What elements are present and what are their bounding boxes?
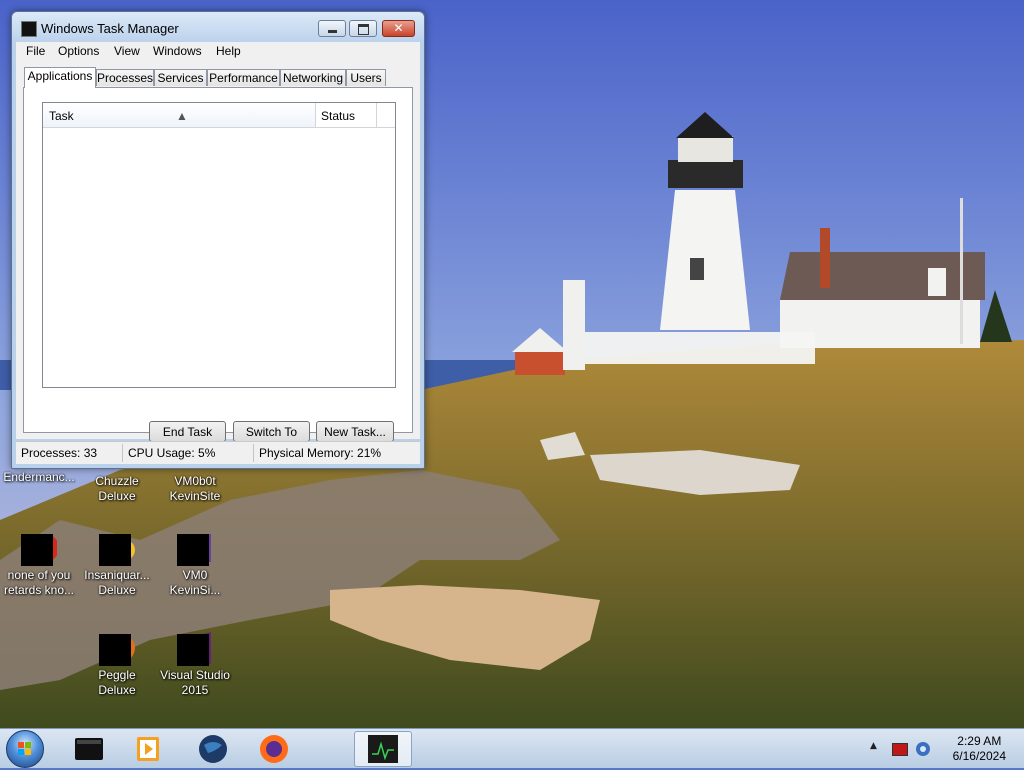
- desktop-icon-label: Peggle Deluxe: [98, 668, 136, 697]
- globe-icon: [199, 735, 227, 763]
- windows-logo-icon: [18, 742, 31, 755]
- peggle-icon: [99, 630, 135, 666]
- taskbar-terminal[interactable]: [62, 731, 116, 767]
- menu-windows[interactable]: Windows: [153, 44, 202, 58]
- tray-clock[interactable]: 2:29 AM 6/16/2024: [953, 734, 1006, 764]
- taskbar-globe[interactable]: [186, 731, 240, 767]
- desktop-icon-label: Chuzzle Deluxe: [95, 474, 139, 503]
- column-header-task[interactable]: Task ▲: [43, 103, 316, 127]
- column-header-status-label: Status: [321, 109, 356, 123]
- desktop-icon-vm0b0t[interactable]: VM0b0t KevinSite: [156, 474, 234, 504]
- task-manager-window[interactable]: Windows Task Manager ✕ File Options View…: [11, 11, 425, 469]
- desktop-icon-label: VM0 KevinSi...: [169, 568, 221, 597]
- clock-date: 6/16/2024: [952, 749, 1006, 763]
- menu-bar: File Options View Windows Help: [16, 42, 420, 61]
- window-title: Windows Task Manager: [41, 21, 179, 36]
- media-player-icon: [137, 737, 159, 761]
- tray-network-icon[interactable]: [914, 740, 932, 758]
- terminal-icon: [75, 738, 103, 760]
- tab-networking[interactable]: Networking: [280, 69, 346, 86]
- show-hidden-icons-arrow[interactable]: ▲: [870, 741, 877, 751]
- column-header-status[interactable]: Status: [316, 103, 377, 127]
- insaniquarium-icon: [99, 530, 135, 566]
- tab-applications[interactable]: Applications: [24, 67, 96, 88]
- status-processes: Processes: 33: [21, 446, 98, 460]
- switch-to-button[interactable]: Switch To: [233, 421, 310, 442]
- tab-services[interactable]: Services: [154, 69, 207, 86]
- tab-users[interactable]: Users: [346, 69, 386, 86]
- new-task-button[interactable]: New Task...: [316, 421, 394, 442]
- desktop-icon-insaniquarium[interactable]: Insaniquar... Deluxe: [78, 530, 156, 598]
- minimize-icon: [328, 30, 337, 33]
- start-orb[interactable]: [6, 730, 44, 768]
- menu-file[interactable]: File: [26, 44, 45, 58]
- close-button[interactable]: ✕: [382, 20, 415, 37]
- firefox-icon: [260, 735, 288, 763]
- title-bar[interactable]: Windows Task Manager ✕: [12, 12, 424, 42]
- maximize-button[interactable]: [349, 20, 377, 37]
- close-icon: ✕: [393, 21, 404, 35]
- sort-ascending-icon: ▲: [176, 109, 188, 123]
- status-cpu-usage: CPU Usage: 5%: [128, 446, 216, 460]
- status-physical-memory: Physical Memory: 21%: [259, 446, 382, 460]
- clock-time: 2:29 AM: [957, 734, 1002, 748]
- desktop-icon-label: none of you retards kno...: [3, 568, 75, 597]
- taskbar-task-manager[interactable]: [354, 731, 412, 767]
- status-divider: [253, 444, 254, 462]
- taskbar-firefox[interactable]: [246, 731, 300, 767]
- desktop-icon-chuzzle[interactable]: Chuzzle Deluxe: [78, 474, 156, 504]
- taskbar-media-player[interactable]: [122, 731, 176, 767]
- maximize-icon: [358, 24, 369, 35]
- window-client-area: Applications Processes Services Performa…: [16, 61, 420, 442]
- vm-icon: [177, 530, 213, 566]
- applications-panel: Task ▲ Status End Task Switch To New Tas…: [23, 87, 413, 442]
- desktop-icon-opera[interactable]: none of you retards kno...: [0, 530, 78, 598]
- menu-help[interactable]: Help: [216, 44, 241, 58]
- menu-view[interactable]: View: [114, 44, 140, 58]
- task-list[interactable]: Task ▲ Status: [42, 102, 396, 388]
- menu-options[interactable]: Options: [58, 44, 99, 58]
- column-header-task-label: Task: [49, 109, 74, 123]
- desktop-icon-endermanc[interactable]: Endermanc...: [0, 470, 78, 485]
- tab-performance[interactable]: Performance: [207, 69, 280, 86]
- status-bar: Processes: 33 CPU Usage: 5% Physical Mem…: [16, 441, 420, 464]
- minimize-button[interactable]: [318, 20, 346, 37]
- desktop-icon-vm0[interactable]: VM0 KevinSi...: [156, 530, 234, 598]
- tray-action-center-icon[interactable]: [892, 743, 908, 756]
- task-list-header: Task ▲ Status: [43, 103, 395, 128]
- end-task-button[interactable]: End Task: [149, 421, 226, 442]
- tab-processes[interactable]: Processes: [96, 69, 154, 86]
- visual-studio-icon: [177, 630, 213, 666]
- taskbar: ▲ 2:29 AM 6/16/2024: [0, 728, 1024, 768]
- desktop-icon-label: Visual Studio 2015: [160, 668, 230, 697]
- status-divider: [122, 444, 123, 462]
- task-manager-icon: [21, 21, 37, 37]
- opera-icon: [21, 530, 57, 566]
- desktop-icon-visual-studio[interactable]: Visual Studio 2015: [156, 630, 234, 698]
- task-manager-icon: [368, 735, 398, 763]
- desktop-icon-peggle[interactable]: Peggle Deluxe: [78, 630, 156, 698]
- desktop-icon-label: VM0b0t KevinSite: [169, 474, 221, 503]
- desktop-icon-label: Insaniquar... Deluxe: [84, 568, 150, 597]
- desktop-icon-label: Endermanc...: [3, 470, 75, 484]
